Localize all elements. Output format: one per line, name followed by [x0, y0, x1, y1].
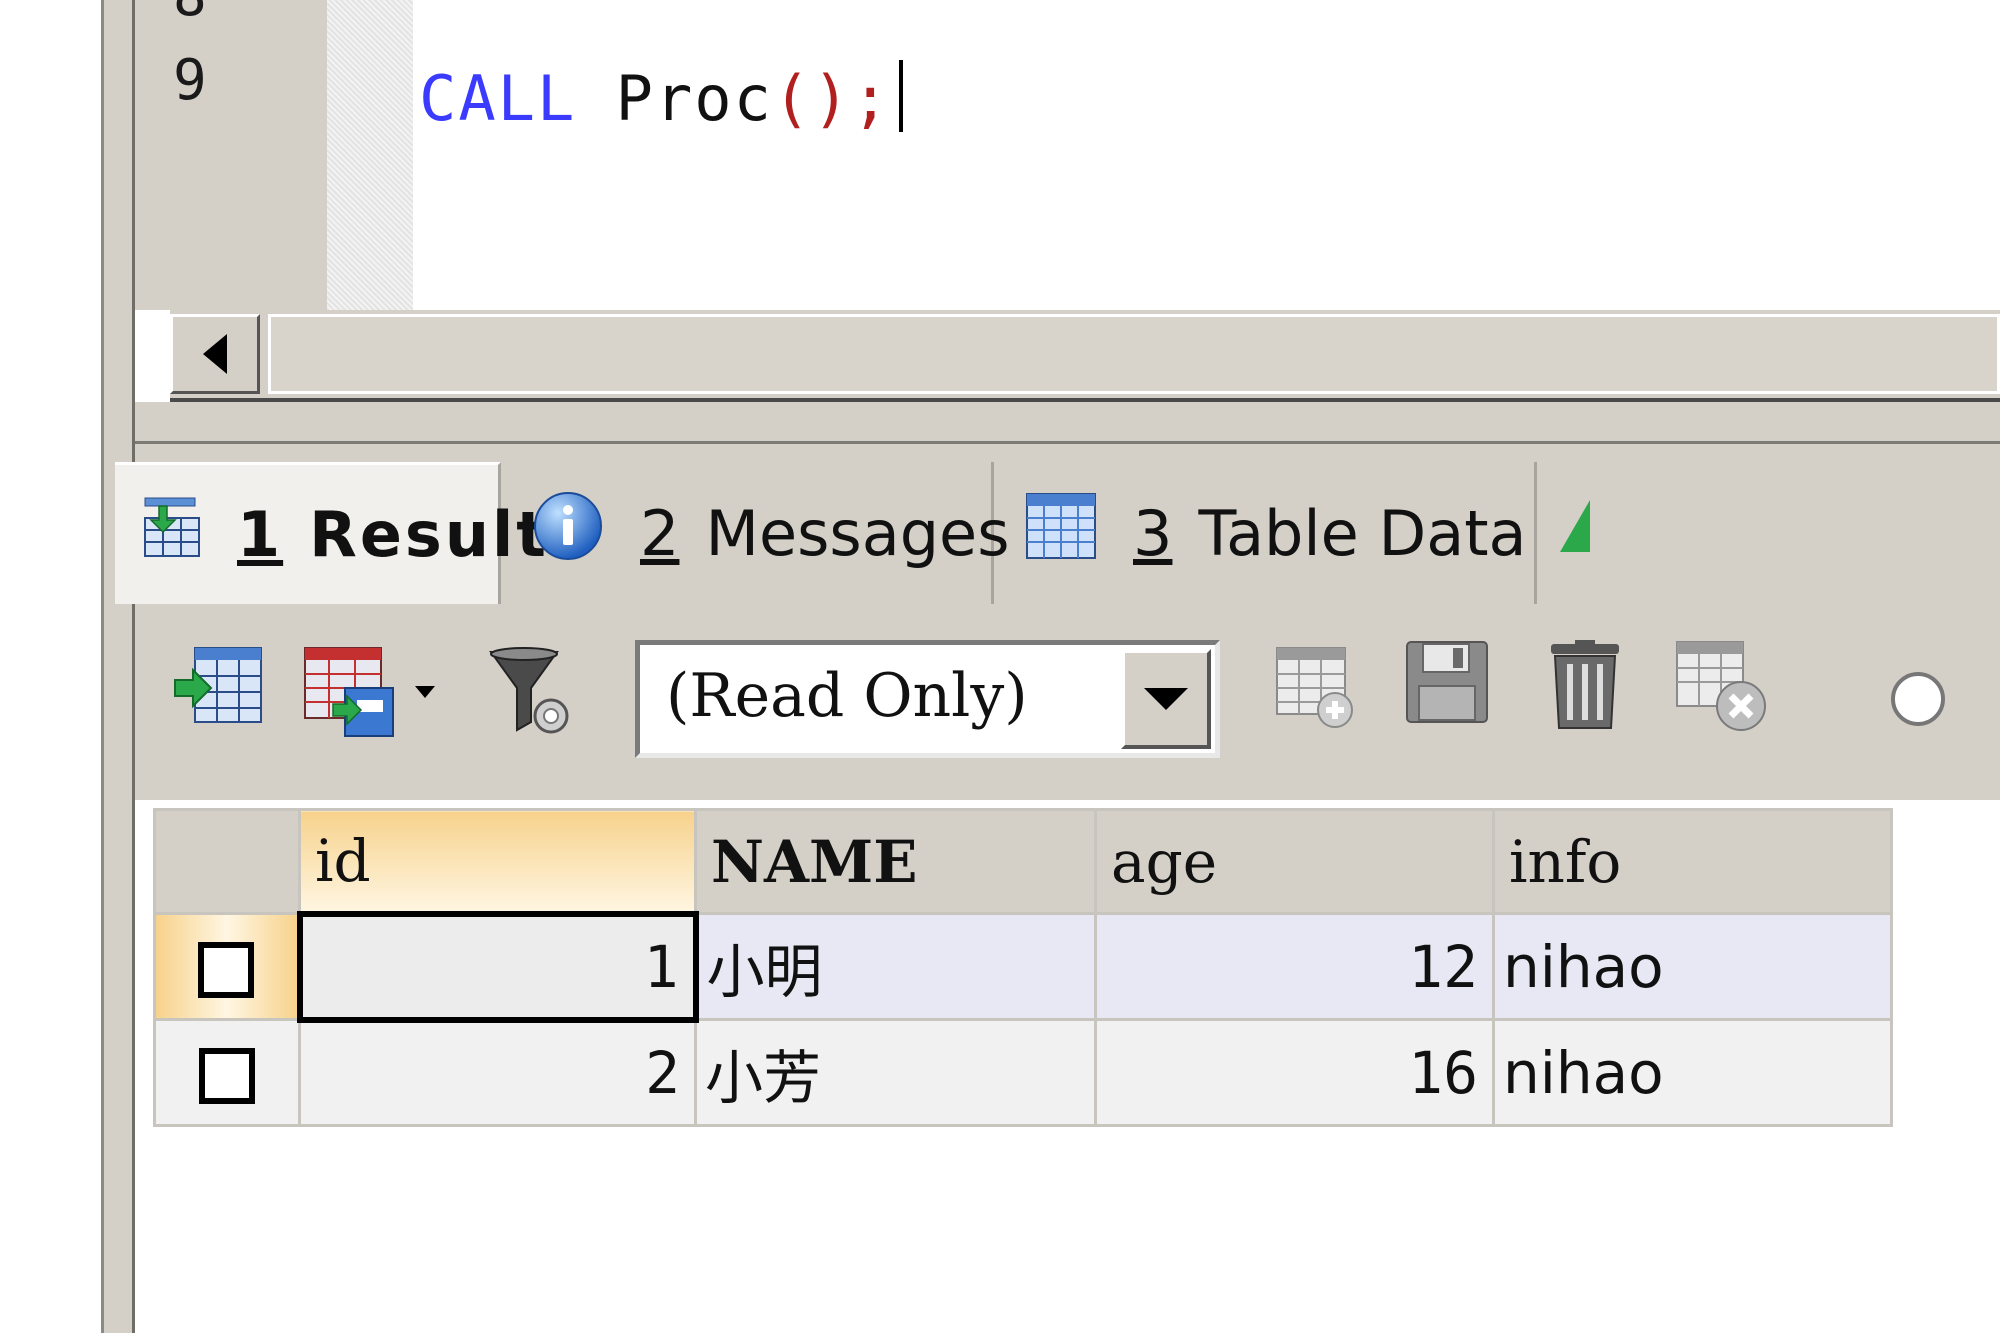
- table-row[interactable]: 1 小明 12 nihao: [153, 910, 1893, 1023]
- column-header-age[interactable]: age: [1094, 808, 1495, 915]
- save-icon[interactable]: [1405, 640, 1489, 728]
- scrollbar-track[interactable]: [268, 314, 2000, 394]
- cancel-changes-icon[interactable]: [1675, 640, 1771, 740]
- code-procedure-name: Proc: [615, 62, 773, 135]
- chevron-down-icon: [1144, 688, 1188, 710]
- cell-age[interactable]: 12: [1094, 912, 1495, 1021]
- pane-splitter[interactable]: [135, 402, 2000, 444]
- read-only-dropdown-value: (Read Only): [666, 661, 1028, 731]
- dropdown-arrow-button[interactable]: [1121, 649, 1211, 749]
- row-checkbox[interactable]: [199, 1048, 255, 1105]
- tab-table-data[interactable]: 3 Table Data: [997, 462, 1537, 604]
- editor-horizontal-scrollbar[interactable]: [170, 310, 2000, 402]
- cell-age[interactable]: 16: [1094, 1018, 1495, 1127]
- tab-next-partial[interactable]: [1540, 462, 2000, 604]
- cell-id[interactable]: 2: [298, 1018, 697, 1127]
- arrow-left-icon: [203, 334, 227, 374]
- tab-result-number: 1: [237, 498, 284, 571]
- code-line-9[interactable]: CALL Proc();: [419, 60, 903, 135]
- tab-table-data-number: 3: [1133, 496, 1173, 570]
- radio-button[interactable]: [1891, 672, 1945, 726]
- code-parens: (): [772, 62, 852, 135]
- grid-header-row: id NAME age info: [153, 808, 1893, 915]
- info-icon: [532, 490, 604, 577]
- read-only-dropdown[interactable]: (Read Only): [635, 640, 1220, 758]
- text-caret: [898, 60, 903, 132]
- cell-id[interactable]: 1: [296, 910, 699, 1023]
- row-select-cell[interactable]: [153, 912, 301, 1021]
- export-options-icon[interactable]: [303, 646, 443, 742]
- filter-icon[interactable]: [487, 646, 571, 740]
- code-keyword: CALL: [419, 62, 577, 135]
- result-grid-area: id NAME age info 1 小明 12 nihao 2 小芳 16 n…: [135, 800, 2000, 1333]
- column-header-name[interactable]: NAME: [694, 808, 1097, 915]
- cell-name[interactable]: 小芳: [694, 1018, 1097, 1127]
- line-number-9: 9: [173, 48, 207, 113]
- result-tab-bar: 1 Result 2 Messages 3 Table Data: [115, 444, 2000, 610]
- cell-info[interactable]: nihao: [1492, 912, 1893, 1021]
- tab-messages-number: 2: [640, 496, 680, 570]
- result-toolbar: (Read Only): [135, 610, 2000, 800]
- result-grid: id NAME age info 1 小明 12 nihao 2 小芳 16 n…: [153, 808, 1893, 1127]
- grid-corner-cell[interactable]: [153, 808, 301, 915]
- line-number-8: 8: [173, 0, 207, 29]
- green-triangle-icon: [1560, 496, 1590, 571]
- column-header-id[interactable]: id: [298, 808, 697, 915]
- tab-messages-label: Messages: [705, 496, 1010, 570]
- scroll-left-button[interactable]: [170, 314, 260, 394]
- add-row-icon[interactable]: [1275, 646, 1359, 734]
- cell-info[interactable]: nihao: [1492, 1018, 1893, 1127]
- table-data-icon: [1025, 490, 1097, 577]
- line-number-gutter: 8 9: [135, 0, 327, 310]
- code-terminator: ;: [851, 62, 891, 135]
- row-select-cell[interactable]: [153, 1018, 301, 1127]
- delete-trash-icon[interactable]: [1547, 640, 1623, 734]
- row-checkbox[interactable]: [198, 942, 255, 999]
- tab-table-data-label: Table Data: [1198, 496, 1527, 570]
- tab-result[interactable]: 1 Result: [115, 462, 546, 604]
- column-header-info[interactable]: info: [1492, 808, 1893, 915]
- table-row[interactable]: 2 小芳 16 nihao: [153, 1018, 1893, 1127]
- window-left-frame: [0, 0, 135, 1333]
- fold-margin: [327, 0, 413, 310]
- left-frame-bar: [101, 0, 135, 1333]
- result-grid-icon: [143, 496, 201, 573]
- sql-editor[interactable]: 8 9 CALL Proc();: [135, 0, 2000, 310]
- export-grid-icon[interactable]: [173, 646, 265, 730]
- cell-name[interactable]: 小明: [694, 912, 1097, 1021]
- tab-messages[interactable]: 2 Messages: [504, 462, 1010, 604]
